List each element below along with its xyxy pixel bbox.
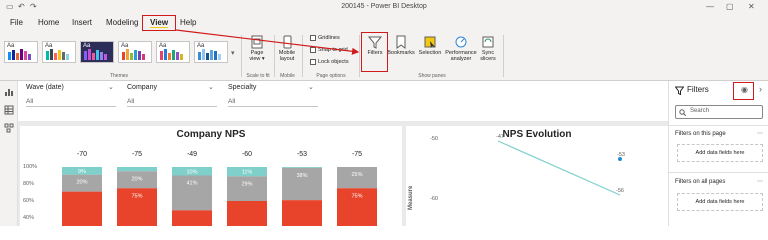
nps-value-label: -75 [352,151,362,158]
segment-label: 11% [242,170,253,176]
bar-segment [227,176,267,201]
segment-label: 38% [296,173,307,179]
bar-segment [282,200,322,226]
bar-segment [62,191,102,226]
slicer-select-company[interactable]: All [127,98,217,107]
slicer-bar: Wave (date) All ⌄ Company All ⌄ Specialt… [18,81,668,121]
segment-label: 75% [351,193,362,199]
chevron-down-icon[interactable]: ⌄ [108,83,114,91]
series-line [497,140,621,196]
drop-zone-page[interactable]: Add data fields here [677,144,763,162]
segment-label: 75% [131,193,142,199]
evolution-plot-area: -47-56-53-60 [496,134,625,196]
drop-zone-all[interactable]: Add data fields here [677,193,763,211]
divider [669,125,768,126]
chevron-down-icon[interactable]: ⌄ [308,83,314,91]
bar-segment [282,167,322,168]
nps-evolution-chart[interactable]: NPS Evolution Measure -50 -60 -47-56-53-… [406,126,668,226]
data-view-icon[interactable] [4,105,14,115]
data-label: -53 [617,152,625,158]
segment-label: 25% [351,172,362,178]
model-view-icon[interactable] [4,123,14,133]
segment-label: 10% [186,169,197,175]
segment-label: 9% [78,169,86,175]
segment-label: 20% [131,176,142,182]
slicer-select-wave[interactable]: All [26,98,116,107]
filters-search-box[interactable]: Search [675,105,763,119]
segment-label: 29% [241,181,252,187]
filters-pane: Filters ◉ › Search Filters on this page … [668,81,768,226]
data-label: -56 [616,188,624,194]
filter-icon [675,86,684,95]
filters-pane-title: Filters [687,85,709,94]
search-placeholder: Search [690,108,710,114]
bar-segment [117,167,157,172]
slicer-label-company: Company [127,84,157,91]
filters-on-page-label: Filters on this page [675,131,726,137]
nps-value-label: -75 [132,151,142,158]
slicer-label-wave: Wave (date) [26,84,64,91]
chevron-down-icon[interactable]: ⌄ [208,83,214,91]
report-view-icon[interactable] [4,87,14,97]
company-nps-chart[interactable]: Company NPS 100% 80% 60% 40% -70 9% 20% -75… [20,126,402,226]
divider [669,172,768,173]
highlight-eye-icon [733,82,754,100]
nps-value-label: -70 [77,151,87,158]
bar-segment [227,201,267,226]
filters-all-pages-label: Filters on all pages [675,179,726,185]
data-label: -47 [496,134,504,140]
bar-segment [172,210,212,226]
collapse-pane-icon[interactable]: › [759,84,762,94]
more-options-icon[interactable]: ⋯ [757,130,763,137]
search-icon [679,109,686,116]
segment-label: 41% [186,181,197,187]
nps-value-label: -49 [187,151,197,158]
nps-plot-area: -70 9% 20% -75 20% 75% -49 10% 41% -60 11% 29% -53 38… [62,151,377,226]
nps-value-label: -53 [297,151,307,158]
more-options-icon[interactable]: ⋯ [757,178,763,185]
slicer-select-specialty[interactable]: All [228,98,318,107]
nps-value-label: -60 [242,151,252,158]
left-nav-rail [0,81,18,226]
segment-label: 20% [76,180,87,186]
slicer-label-specialty: Specialty [228,84,257,91]
